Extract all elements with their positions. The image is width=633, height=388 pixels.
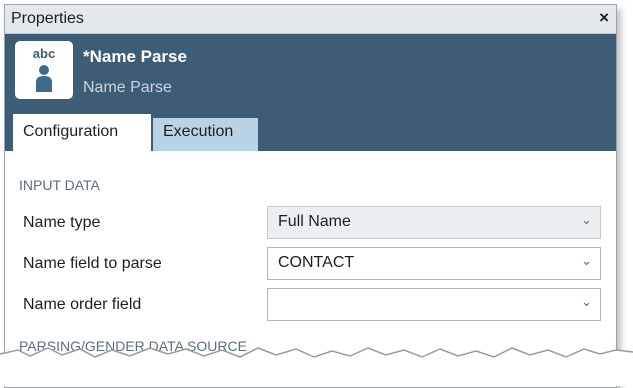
chevron-down-icon: ⌄ <box>581 212 592 227</box>
name-field-select[interactable]: CONTACT ⌄ <box>267 247 601 280</box>
torn-edge <box>0 347 633 386</box>
node-title: *Name Parse <box>83 47 187 66</box>
app-icon-text: abc <box>32 46 56 61</box>
chevron-down-icon: ⌄ <box>581 294 592 309</box>
name-field-label: Name field to parse <box>23 255 162 272</box>
chevron-down-icon: ⌄ <box>581 253 592 268</box>
tab-configuration[interactable]: Configuration <box>13 114 151 152</box>
tab-execution[interactable]: Execution <box>153 118 258 151</box>
name-order-label: Name order field <box>23 296 142 313</box>
name-type-select[interactable]: Full Name ⌄ <box>267 206 601 239</box>
person-icon <box>36 65 52 92</box>
app-icon: abc <box>15 41 73 99</box>
node-subtitle: Name Parse <box>83 79 172 96</box>
name-type-label: Name type <box>23 214 101 231</box>
name-order-select[interactable]: ⌄ <box>267 288 601 321</box>
name-field-value: CONTACT <box>278 254 355 271</box>
section-input-data: INPUT DATA <box>19 177 100 193</box>
name-type-value: Full Name <box>278 213 351 230</box>
close-icon[interactable]: × <box>599 8 609 28</box>
properties-header: abc *Name Parse Name Parse Configuration… <box>5 34 616 152</box>
titlebar: Properties × <box>5 5 616 34</box>
window-title: Properties <box>11 10 84 27</box>
